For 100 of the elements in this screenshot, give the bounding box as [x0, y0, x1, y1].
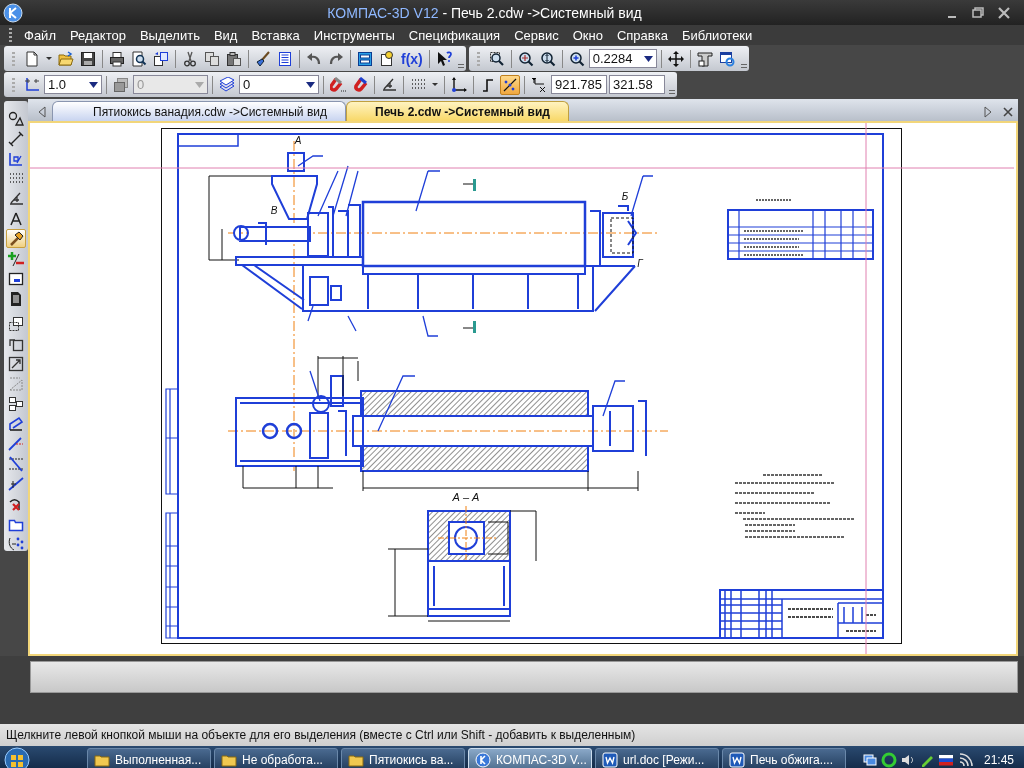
library-manager-icon [379, 50, 395, 67]
round-off-icon [502, 76, 518, 93]
folder-icon [94, 752, 110, 768]
save-icon [80, 50, 96, 67]
document-manager-icon [357, 50, 373, 67]
print-icon [109, 50, 125, 67]
start-button[interactable] [2, 747, 32, 768]
menu-item[interactable]: Справка [609, 27, 675, 43]
zoom-fit-icon [539, 50, 556, 67]
view-label: Б [621, 191, 629, 202]
value-field[interactable]: 321.58 [609, 75, 665, 94]
editing-tool-icon [8, 230, 24, 247]
break-tool-button[interactable] [6, 474, 26, 493]
zoom-in-icon [517, 50, 534, 67]
print-preview-icon [131, 50, 147, 67]
scroll-right-icon[interactable] [982, 106, 994, 118]
menu-item[interactable]: Выделить [132, 27, 207, 43]
menu-item[interactable]: Спецификация [401, 27, 508, 43]
taskbar-button[interactable]: url.doc [Режи... [595, 748, 719, 768]
menu-item[interactable]: Окно [565, 27, 610, 43]
ortho-mode-icon [480, 76, 496, 93]
clock: 21:45 [983, 753, 1014, 767]
value-field[interactable]: 921.785 [551, 75, 607, 94]
value-field[interactable]: 0 [239, 75, 319, 94]
status-bar-text: Щелкните левой кнопкой мыши на объекте для его выделения (вместе с Ctrl или Shift - добавить к выделенным) [0, 724, 1024, 746]
menu-item[interactable]: Библиотеки [674, 27, 760, 43]
network-icon[interactable] [861, 752, 878, 768]
coordinates-icon [531, 76, 547, 93]
drawing-tree-icon [696, 50, 713, 67]
value-field[interactable]: 0.2284 [588, 49, 657, 68]
view-label: В [270, 205, 278, 216]
trim-tool-button[interactable] [6, 434, 26, 453]
view-label: А [294, 135, 302, 146]
taskbar-button[interactable]: Выполненная... [87, 748, 211, 768]
break-tool-icon [8, 475, 24, 492]
dropdown-arrow-icon[interactable] [643, 55, 653, 62]
dropdown-icon [432, 83, 438, 86]
menu-item[interactable]: Вид [206, 27, 245, 43]
app-logo-icon [3, 2, 23, 23]
deform-tool-button[interactable] [6, 414, 26, 433]
menu-item[interactable]: Файл [17, 27, 63, 43]
geometry-tool-button[interactable] [6, 109, 26, 128]
dimension-tool-button[interactable] [6, 129, 26, 148]
taskbar-button[interactable]: Не обработа... [214, 748, 338, 768]
parametrization-tool-icon [8, 210, 24, 227]
measure-tool-button[interactable] [6, 249, 26, 268]
taskbar-button[interactable]: КОМПАС-3D V... [468, 748, 592, 768]
round-off-button[interactable] [500, 74, 520, 95]
ring-icon[interactable] [880, 752, 897, 768]
menu-item[interactable]: Вставка [244, 27, 307, 43]
selection-tool-icon [8, 270, 24, 287]
menu-item[interactable]: Инструменты [306, 27, 402, 43]
copy-tool-button[interactable] [6, 394, 26, 413]
taskbar-button[interactable]: Пятиокись ва... [341, 748, 465, 768]
editing-tool-button[interactable] [6, 229, 26, 248]
app-logo-icon [475, 752, 491, 768]
menu-item[interactable]: Сервис [507, 27, 566, 43]
variables-button[interactable]: f(x) [399, 48, 425, 69]
taskbar-button[interactable]: Печь обжига.... [722, 748, 846, 768]
pan-icon [667, 50, 684, 67]
local-axes-icon [451, 76, 467, 93]
symmetry-tool-icon [8, 375, 24, 392]
shift-tool-button[interactable] [6, 314, 26, 333]
value-field[interactable]: 1.0 [44, 75, 102, 94]
snap-magnet-icon [330, 76, 346, 93]
open-button[interactable] [56, 48, 76, 69]
dropdown-arrow-icon[interactable] [89, 81, 98, 88]
brush-icon [255, 50, 271, 67]
document-tab[interactable]: Пятиокись ванадия.cdw ->Системный вид [52, 101, 346, 121]
folder-icon [348, 752, 364, 768]
document-tab[interactable]: Печь 2.cdw ->Системный вид [346, 101, 569, 121]
window-title: КОМПАС-3D V12 - Печь 2.cdw ->Системный вид [326, 4, 643, 21]
array-tool-icon [8, 535, 24, 552]
designations-tool-icon [8, 150, 24, 167]
local-snap-icon [352, 76, 368, 93]
volume-icon[interactable] [899, 752, 916, 768]
menu-item[interactable]: Редактор [62, 27, 133, 43]
close-icon[interactable] [1002, 106, 1014, 118]
copy-icon [204, 50, 220, 67]
print-preview-button[interactable] [129, 48, 149, 69]
folder-icon [221, 752, 237, 768]
scroll-left-icon[interactable] [36, 106, 48, 118]
document-properties-icon [153, 50, 169, 67]
measure-tool-icon [8, 250, 24, 267]
snap-magnet-button[interactable] [328, 74, 348, 95]
specification-tool-icon [8, 290, 24, 307]
geometry-tool-icon [8, 110, 24, 127]
flag-icon[interactable] [937, 752, 954, 768]
zoom-window-icon [488, 50, 505, 67]
copy-tool-icon [8, 395, 24, 412]
scale-tool-icon [8, 355, 24, 372]
document-app-icon [729, 752, 745, 768]
layers-icon [219, 76, 235, 93]
redo-icon [328, 50, 344, 67]
view-label: А – А [452, 491, 480, 503]
scale-tool-button[interactable] [6, 354, 26, 373]
trim-lines-tool-button[interactable] [6, 454, 26, 473]
dropdown-arrow-icon[interactable] [306, 81, 315, 88]
list-icon [277, 50, 293, 67]
document-app-icon [602, 752, 618, 768]
